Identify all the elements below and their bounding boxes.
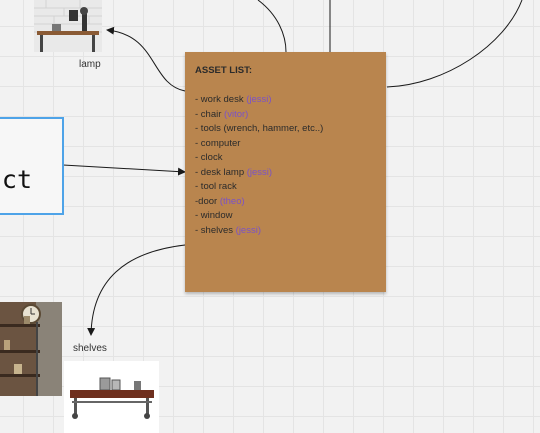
lamp-desk-image[interactable] (34, 0, 102, 52)
asset-item: - window (195, 210, 233, 221)
asset-item: - tools (wrench, hammer, etc..) (195, 123, 324, 134)
sticky-note-title: ASSET LIST: (195, 65, 253, 76)
asset-list: - work desk (jessi) - chair (vitor) - to… (195, 93, 376, 238)
shelves-clock-image[interactable] (0, 302, 62, 396)
connector-top-right (386, 0, 523, 88)
frame-card[interactable]: ct (0, 117, 64, 215)
connector-top-left (257, 0, 287, 53)
asset-item: - work desk (jessi) (195, 94, 272, 105)
asset-owner: (vitor) (224, 108, 249, 120)
connector-to-lamp (106, 26, 186, 92)
shelves-clock-illustration (0, 302, 62, 396)
asset-list-sticky-note[interactable]: ASSET LIST: - work desk (jessi) - chair … (185, 52, 386, 292)
asset-item: - chair (vitor) (195, 108, 249, 120)
shelf-illustration (64, 361, 159, 433)
asset-item: - shelves (jessi) (195, 224, 261, 236)
asset-item: - desk lamp (jessi) (195, 166, 273, 178)
shelf-image[interactable] (64, 361, 159, 433)
connector-frame-to-note (62, 164, 186, 176)
lamp-caption: lamp (79, 59, 101, 70)
asset-item: - clock (195, 152, 223, 163)
asset-item: -door (theo) (195, 195, 245, 207)
lamp-desk-illustration (34, 0, 102, 52)
asset-owner: (jessi) (246, 166, 273, 178)
shelves-caption: shelves (73, 343, 107, 354)
asset-owner: (theo) (219, 195, 245, 207)
frame-label: ct (1, 165, 32, 194)
asset-owner: (jessi) (235, 224, 261, 236)
asset-item: - tool rack (195, 181, 237, 192)
asset-item: - computer (195, 137, 241, 149)
asset-owner: (jessi) (246, 94, 272, 105)
connector-to-shelves (87, 244, 186, 336)
